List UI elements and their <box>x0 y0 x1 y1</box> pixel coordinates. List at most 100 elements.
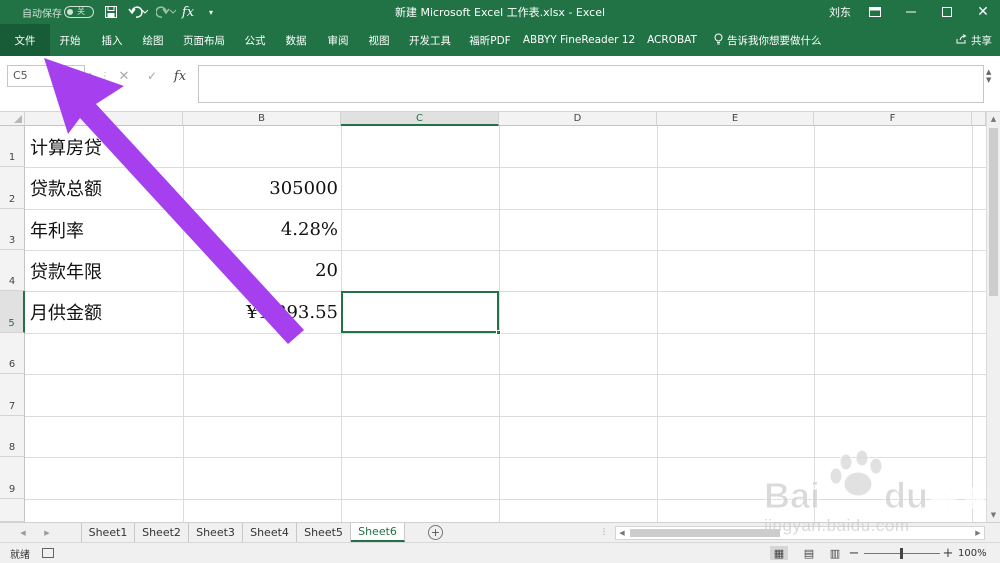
tab-data[interactable]: 数据 <box>276 24 316 56</box>
insert-function-qat-icon[interactable]: fx <box>180 0 196 24</box>
cell-a5[interactable]: 月供金额 <box>25 291 183 333</box>
row-header-3[interactable]: 3 <box>0 209 25 250</box>
cell-a1[interactable]: 计算房贷 <box>25 126 183 167</box>
row-header-7[interactable]: 7 <box>0 374 25 416</box>
minimize-icon[interactable] <box>894 0 928 24</box>
column-header-f[interactable]: F <box>814 112 972 126</box>
grid-line <box>972 126 973 522</box>
column-header-d[interactable]: D <box>499 112 657 126</box>
sheet-tab-5[interactable]: Sheet5 <box>297 523 351 542</box>
scroll-down-icon[interactable]: ▼ <box>987 508 1000 522</box>
autosave-toggle[interactable]: 关 <box>64 6 94 18</box>
customize-qat-icon[interactable]: ▾ <box>204 0 218 24</box>
row-header-10-partial[interactable] <box>0 499 25 522</box>
tab-insert[interactable]: 插入 <box>92 24 132 56</box>
ribbon-tabs: 文件 开始 插入 绘图 页面布局 公式 数据 审阅 视图 开发工具 福昕PDF … <box>0 24 1000 56</box>
cell-a2[interactable]: 贷款总额 <box>25 167 183 209</box>
tab-file[interactable]: 文件 <box>0 24 50 56</box>
tab-developer[interactable]: 开发工具 <box>402 24 458 56</box>
cell-b5[interactable]: ¥1,893.55 <box>183 291 341 333</box>
name-box[interactable]: C5 <box>7 65 85 87</box>
zoom-slider-knob[interactable] <box>900 548 903 559</box>
document-title: 新建 Microsoft Excel 工作表.xlsx - Excel <box>394 6 606 19</box>
row-header-1[interactable]: 1 <box>0 126 25 167</box>
save-icon[interactable] <box>102 0 120 24</box>
undo-icon[interactable] <box>126 0 150 24</box>
cell-b3[interactable]: 4.28% <box>183 209 341 250</box>
ribbon-display-options-icon[interactable] <box>864 0 886 24</box>
sheet-tab-3[interactable]: Sheet3 <box>189 523 243 542</box>
page-break-view-icon[interactable]: ▥ <box>826 546 844 560</box>
tab-abbyy-finereader[interactable]: ABBYY FineReader 12 <box>523 24 635 56</box>
share-button[interactable]: 共享 <box>956 24 992 56</box>
horizontal-scroll-thumb[interactable] <box>630 529 780 537</box>
fill-handle[interactable] <box>496 330 501 335</box>
scroll-up-icon[interactable]: ▲ <box>987 112 1000 126</box>
sheet-tab-1[interactable]: Sheet1 <box>81 523 135 542</box>
sheet-tab-4[interactable]: Sheet4 <box>243 523 297 542</box>
add-sheet-icon[interactable]: + <box>428 525 443 540</box>
grid-line <box>814 126 815 522</box>
row-header-9[interactable]: 9 <box>0 457 25 499</box>
close-icon[interactable]: ✕ <box>966 0 1000 24</box>
normal-view-icon[interactable]: ▦ <box>770 546 788 560</box>
tab-acrobat[interactable]: ACROBAT <box>640 24 704 56</box>
maximize-icon[interactable] <box>930 0 964 24</box>
macro-recording-icon[interactable] <box>42 548 54 558</box>
grid-line <box>25 333 986 334</box>
select-all-corner[interactable] <box>0 112 25 126</box>
formula-bar-separator: ⋮ <box>100 70 110 82</box>
selected-cell-c5[interactable] <box>341 291 499 333</box>
sheet-tab-2[interactable]: Sheet2 <box>135 523 189 542</box>
expand-formula-bar-icon[interactable]: ▲ ▼ <box>986 68 996 84</box>
grid-line <box>25 416 986 417</box>
user-name[interactable]: 刘东 <box>822 0 858 24</box>
title-bar: 自动保存 关 fx ▾ 新建 Microsoft Excel 工作表.xlsx … <box>0 0 1000 24</box>
column-header-e[interactable]: E <box>657 112 814 126</box>
cell-b4[interactable]: 20 <box>183 250 341 291</box>
row-header-8[interactable]: 8 <box>0 416 25 457</box>
tab-draw[interactable]: 绘图 <box>133 24 173 56</box>
sheet-tab-6[interactable]: Sheet6 <box>351 523 405 542</box>
tell-me-search[interactable]: 告诉我你想要做什么 <box>714 24 822 56</box>
vertical-scroll-thumb[interactable] <box>989 128 998 296</box>
horizontal-scrollbar[interactable]: ◀ ▶ <box>615 526 985 540</box>
tab-formulas[interactable]: 公式 <box>235 24 275 56</box>
row-header-6[interactable]: 6 <box>0 333 25 374</box>
sheet-next-icon[interactable]: ▶ <box>40 523 54 542</box>
vertical-scrollbar[interactable]: ▲ ▼ <box>986 112 1000 522</box>
redo-icon[interactable] <box>154 0 178 24</box>
enter-check-icon[interactable]: ✓ <box>142 65 162 87</box>
page-layout-view-icon[interactable]: ▤ <box>800 546 818 560</box>
lightbulb-icon <box>714 33 723 48</box>
zoom-out-icon[interactable]: − <box>848 545 860 561</box>
insert-function-icon[interactable]: fx <box>170 65 190 87</box>
column-header-c[interactable]: C <box>341 112 499 126</box>
scroll-left-icon[interactable]: ◀ <box>616 527 628 539</box>
scroll-right-icon[interactable]: ▶ <box>972 527 984 539</box>
row-header-5[interactable]: 5 <box>0 291 25 333</box>
column-header-a[interactable]: A <box>25 112 183 126</box>
autosave-toggle-knob <box>67 9 73 15</box>
tab-page-layout[interactable]: 页面布局 <box>176 24 232 56</box>
autosave-state: 关 <box>77 7 85 16</box>
tab-view[interactable]: 视图 <box>359 24 399 56</box>
tab-home[interactable]: 开始 <box>50 24 90 56</box>
name-box-dropdown-icon[interactable]: ▼ <box>86 65 96 87</box>
zoom-in-icon[interactable]: + <box>942 545 954 561</box>
cell-a4[interactable]: 贷款年限 <box>25 250 183 291</box>
column-header-g-partial[interactable] <box>972 112 986 126</box>
tab-foxit-pdf[interactable]: 福昕PDF <box>462 24 518 56</box>
row-header-4[interactable]: 4 <box>0 250 25 291</box>
formula-input[interactable] <box>198 65 984 103</box>
column-header-b[interactable]: B <box>183 112 341 126</box>
row-header-2[interactable]: 2 <box>0 167 25 209</box>
zoom-level[interactable]: 100% <box>958 543 987 563</box>
tell-me-text: 告诉我你想要做什么 <box>727 34 822 47</box>
tab-review[interactable]: 审阅 <box>318 24 358 56</box>
sheet-prev-icon[interactable]: ◀ <box>16 523 30 542</box>
cancel-icon[interactable]: ✕ <box>114 65 134 87</box>
cell-b2[interactable]: 305000 <box>183 167 341 209</box>
cell-a3[interactable]: 年利率 <box>25 209 183 250</box>
tab-split-handle-icon[interactable]: ⋮ <box>600 527 608 539</box>
